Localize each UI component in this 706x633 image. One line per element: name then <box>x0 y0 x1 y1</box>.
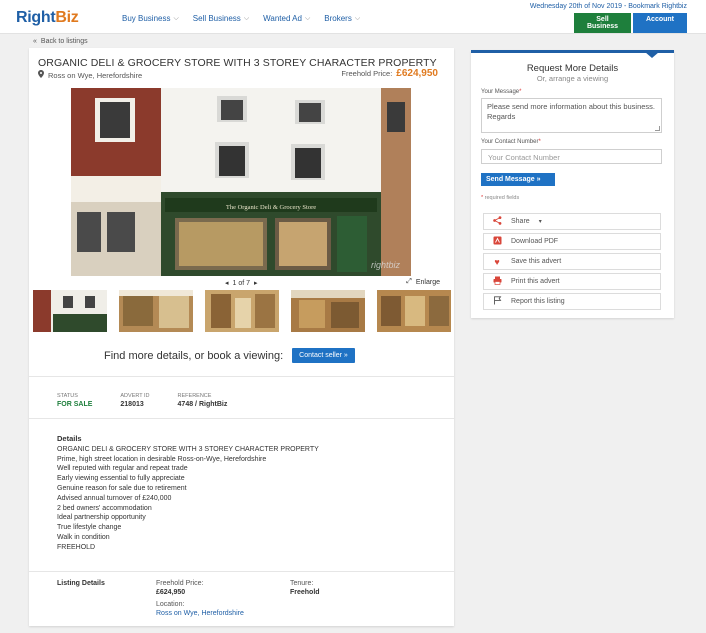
thumbnail-photo[interactable] <box>33 290 107 332</box>
thumbnail-photo[interactable] <box>205 290 279 332</box>
details-line: True lifestyle change <box>57 524 122 532</box>
details-line: Walk in condition <box>57 533 110 541</box>
chevron-down-icon: ⌵ <box>243 14 250 22</box>
ld-freehold-price: Freehold Price: £624,950 <box>156 580 204 596</box>
report-listing-button[interactable]: Report this listing <box>483 293 661 310</box>
message-label: Your Message* <box>481 89 522 95</box>
thumbnail-photo[interactable] <box>119 290 193 332</box>
caret-down-icon: ▾ <box>538 219 542 225</box>
reference-block: REFERENCE 4748 / RightBiz <box>177 393 228 408</box>
save-advert-button[interactable]: ♥ Save this advert <box>483 253 661 270</box>
status-block: STATUS FOR SALE <box>57 393 93 408</box>
nav-wanted-ad[interactable]: Wanted Ad ⌵ <box>263 14 310 23</box>
share-button[interactable]: Share ▾ <box>483 213 661 230</box>
details-heading: Details <box>57 434 82 443</box>
listing-meta: STATUS FOR SALE ADVERT ID 218013 REFEREN… <box>57 393 227 408</box>
back-to-listings-link[interactable]: « Back to listings <box>33 38 88 45</box>
double-chevron-left-icon: « <box>33 38 37 45</box>
chevron-down-icon: ⌵ <box>173 14 179 22</box>
expand-icon: ⤢ <box>406 278 412 285</box>
pdf-icon <box>492 236 502 247</box>
details-line: Well reputed with regular and repeat tra… <box>57 465 188 473</box>
ld-tenure: Tenure: Freehold <box>290 580 320 596</box>
print-advert-button[interactable]: Print this advert <box>483 273 661 290</box>
details-line: Advised annual turnover of £240,000 <box>57 494 172 502</box>
details-line: 2 bed owners' accommodation <box>57 504 152 512</box>
next-photo-icon[interactable]: ▸ <box>254 279 258 287</box>
status-value: FOR SALE <box>57 401 93 408</box>
main-nav: Buy Business ⌵ Sell Business ⌵ Wanted Ad ⌵ … <box>122 14 360 23</box>
chevron-down-icon: ⌵ <box>354 14 361 22</box>
prev-photo-icon[interactable]: ◂ <box>225 279 229 287</box>
top-header: RightBiz Buy Business ⌵ Sell Business ⌵ Wa… <box>0 0 706 34</box>
details-line: Ideal partnership opportunity <box>57 514 146 522</box>
rightbiz-logo[interactable]: RightBiz <box>16 9 79 27</box>
download-pdf-button[interactable]: Download PDF <box>483 233 661 250</box>
find-more-text: Find more details, or book a viewing: <box>104 349 284 362</box>
thumbnail-photo[interactable] <box>291 290 365 332</box>
resize-grip-icon[interactable] <box>655 126 660 131</box>
map-pin-icon <box>38 70 44 80</box>
nav-brokers[interactable]: Brokers ⌵ <box>324 14 360 23</box>
heart-icon: ♥ <box>494 256 500 267</box>
thumbnail-photo[interactable] <box>377 290 451 332</box>
divider <box>29 418 454 419</box>
advert-id-value: 218013 <box>120 401 144 408</box>
details-line: Genuine reason for sale due to retiremen… <box>57 484 187 492</box>
share-icon <box>492 216 502 227</box>
details-line: ORGANIC DELI & GROCERY STORE WITH 3 STOR… <box>57 445 319 453</box>
contact-number-label: Your Contact Number* <box>481 139 541 145</box>
message-textarea[interactable]: Please send more information about this … <box>481 98 662 133</box>
listing-details-label: Listing Details <box>57 580 105 587</box>
flag-icon <box>492 296 502 307</box>
send-message-button[interactable]: Send Message » <box>481 173 555 186</box>
find-more-row: Find more details, or book a viewing: Co… <box>104 348 355 363</box>
account-button[interactable]: Account <box>633 13 687 33</box>
date-bookmark-text[interactable]: Wednesday 20th of Nov 2019 - Bookmark Ri… <box>530 3 687 10</box>
shopfront-sign-text: The Organic Deli & Grocery Store <box>226 204 316 211</box>
contact-seller-button[interactable]: Contact seller » <box>292 348 355 363</box>
sell-business-button[interactable]: Sell Business <box>574 13 631 33</box>
request-details-title: Request More Details <box>526 63 619 74</box>
sidebar-notch <box>645 52 659 58</box>
photo-pager: ◂ 1 of 7 ▸ <box>225 279 258 288</box>
listing-location: Ross on Wye, Herefordshire <box>38 70 142 80</box>
chevron-down-icon: ⌵ <box>304 14 311 22</box>
details-line: Early viewing essential to fully appreci… <box>57 475 185 483</box>
request-details-sidebar: Request More Details Or, arrange a viewi… <box>471 50 674 318</box>
nav-buy-business[interactable]: Buy Business ⌵ <box>122 14 179 23</box>
details-line: FREEHOLD <box>57 543 96 551</box>
printer-icon <box>492 276 502 287</box>
photo-thumbnails <box>33 290 451 332</box>
advert-id-block: ADVERT ID 218013 <box>120 393 150 408</box>
details-section: Details ORGANIC DELI & GROCERY STORE WIT… <box>57 434 319 553</box>
nav-sell-business[interactable]: Sell Business ⌵ <box>193 14 249 23</box>
photo-counter: 1 of 7 <box>232 279 251 287</box>
divider <box>29 571 454 572</box>
location-link[interactable]: Ross on Wye, Herefordshire <box>156 610 244 617</box>
freehold-price: Freehold Price: £624,950 <box>341 68 438 79</box>
reference-value: 4748 / RightBiz <box>177 401 228 408</box>
details-line: Prime, high street location in desirable… <box>57 455 267 463</box>
listing-panel: ORGANIC DELI & GROCERY STORE WITH 3 STOR… <box>29 48 454 626</box>
ld-location: Location: Ross on Wye, Herefordshire <box>156 601 244 617</box>
enlarge-button[interactable]: ⤢ Enlarge <box>406 278 440 286</box>
required-fields-note: * required fields <box>481 195 520 201</box>
listing-actions: Share ▾ Download PDF ♥ Save this advert … <box>483 213 661 313</box>
divider <box>29 376 454 377</box>
main-listing-photo[interactable]: The Organic Deli & Grocery Store rightbi… <box>71 88 411 276</box>
rightbiz-watermark: rightbiz <box>371 260 401 270</box>
request-details-subtitle: Or, arrange a viewing <box>536 74 609 83</box>
contact-number-input[interactable]: Your Contact Number <box>481 149 662 164</box>
